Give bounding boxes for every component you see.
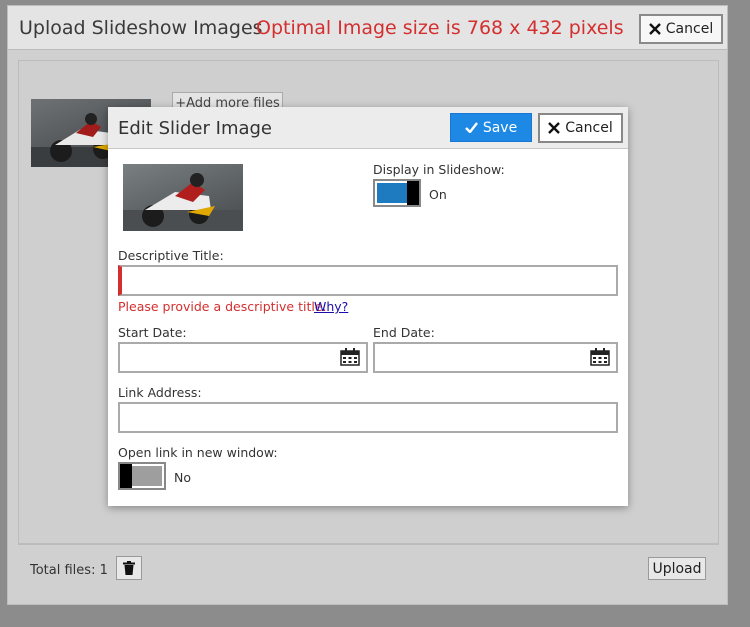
open-new-window-state: No bbox=[174, 470, 191, 485]
start-date-input[interactable] bbox=[118, 342, 368, 373]
open-new-window-label: Open link in new window: bbox=[118, 445, 278, 460]
descriptive-title-input[interactable] bbox=[118, 265, 618, 296]
delete-files-button[interactable] bbox=[116, 556, 142, 580]
upload-footer: Total files: 1 Upload bbox=[18, 544, 719, 594]
upload-dialog-header: Upload Slideshow Images Optimal Image si… bbox=[8, 6, 727, 50]
calendar-icon[interactable] bbox=[340, 348, 360, 366]
trash-icon bbox=[123, 561, 135, 575]
upload-cancel-label: Cancel bbox=[665, 21, 714, 37]
open-new-window-toggle[interactable] bbox=[118, 462, 166, 490]
slider-image-preview bbox=[123, 164, 243, 231]
edit-slider-dialog: Edit Slider Image Save Cancel Display in… bbox=[108, 107, 628, 506]
upload-dialog-title: Upload Slideshow Images bbox=[19, 17, 263, 39]
save-button[interactable]: Save bbox=[450, 113, 532, 142]
total-files-count: Total files: 1 bbox=[30, 563, 108, 578]
display-in-slideshow-label: Display in Slideshow: bbox=[373, 162, 505, 177]
end-date-label: End Date: bbox=[373, 325, 435, 340]
calendar-icon[interactable] bbox=[590, 348, 610, 366]
edit-dialog-title: Edit Slider Image bbox=[118, 118, 273, 139]
upload-cancel-button[interactable]: Cancel bbox=[639, 14, 723, 44]
descriptive-title-error: Please provide a descriptive title. bbox=[118, 299, 327, 314]
end-date-input[interactable] bbox=[373, 342, 618, 373]
start-date-label: Start Date: bbox=[118, 325, 187, 340]
close-icon bbox=[548, 122, 561, 134]
upload-button[interactable]: Upload bbox=[648, 557, 706, 580]
edit-dialog-header: Edit Slider Image Save Cancel bbox=[108, 107, 628, 149]
link-address-label: Link Address: bbox=[118, 385, 202, 400]
why-link[interactable]: Why? bbox=[314, 299, 348, 314]
close-icon bbox=[648, 23, 661, 35]
display-toggle-state: On bbox=[429, 187, 447, 202]
cancel-label: Cancel bbox=[565, 120, 613, 136]
descriptive-title-label: Descriptive Title: bbox=[118, 248, 224, 263]
checkmark-icon bbox=[464, 122, 478, 133]
save-label: Save bbox=[482, 119, 518, 136]
cancel-button[interactable]: Cancel bbox=[538, 113, 623, 143]
image-size-hint: Optimal Image size is 768 x 432 pixels bbox=[256, 17, 624, 39]
toggle-knob bbox=[407, 181, 419, 205]
link-address-input[interactable] bbox=[118, 402, 618, 433]
toggle-knob bbox=[120, 464, 132, 488]
display-in-slideshow-toggle[interactable] bbox=[373, 179, 421, 207]
